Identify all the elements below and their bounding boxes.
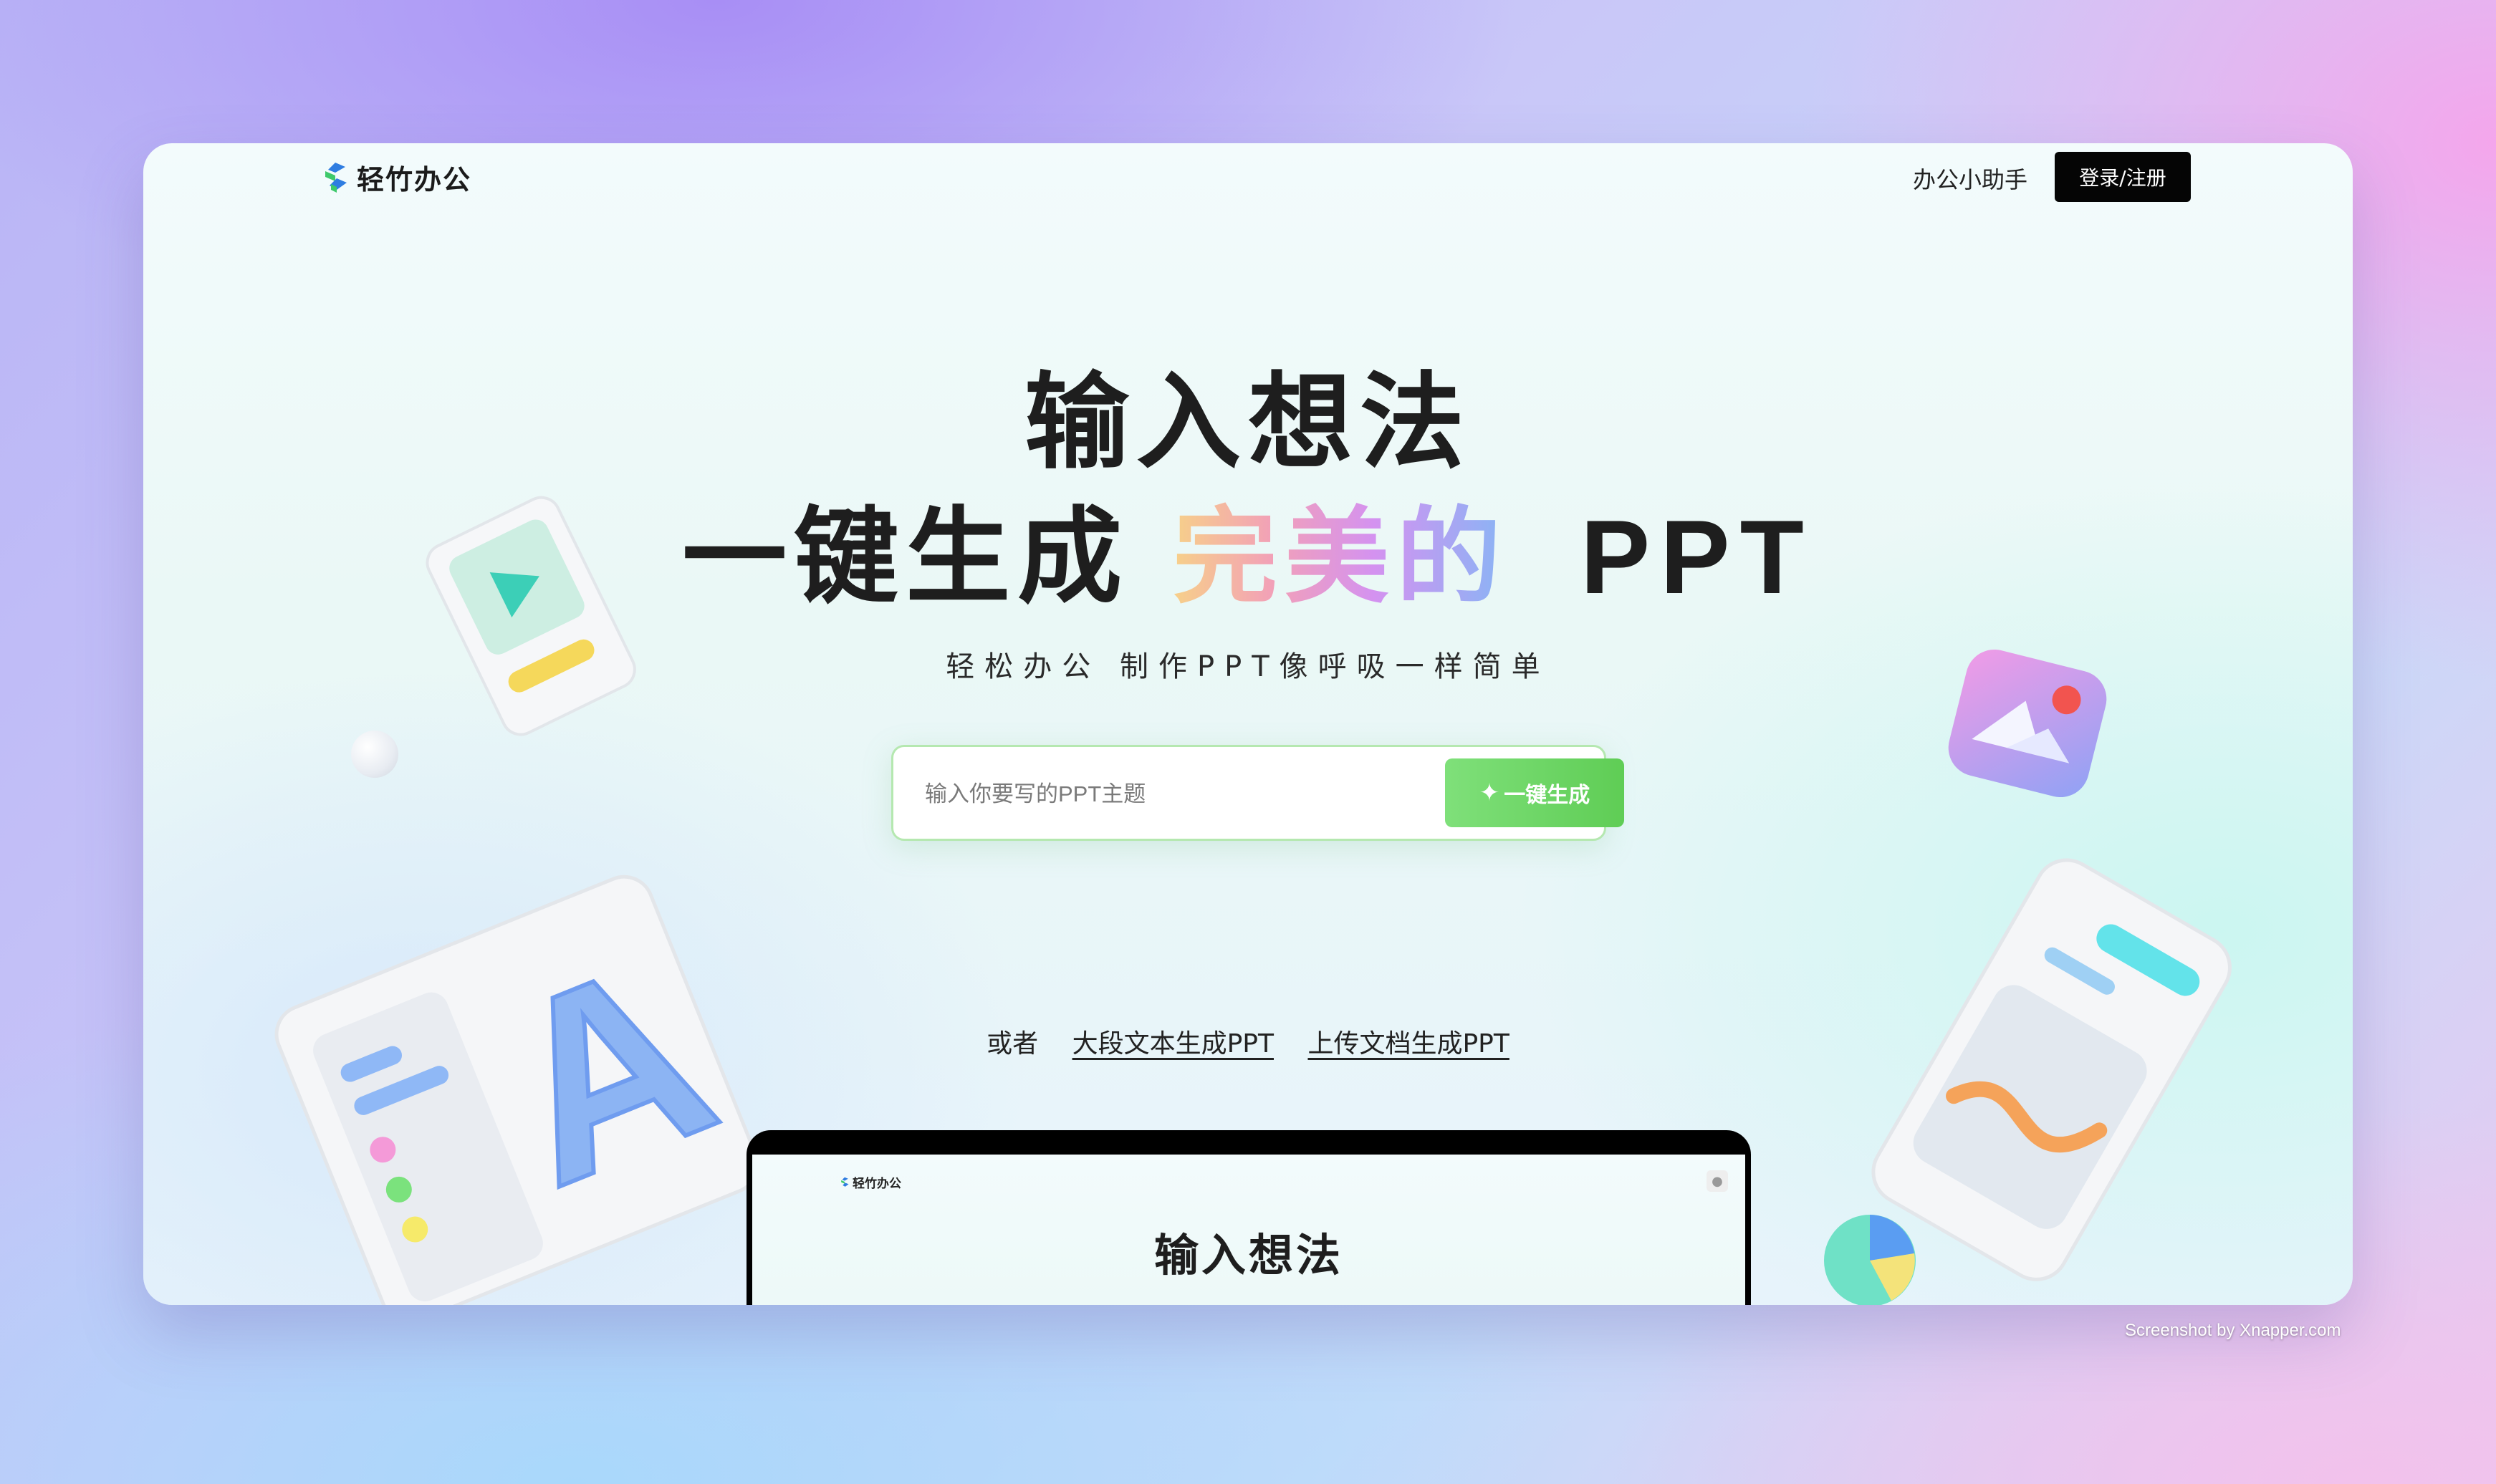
app-preview-frame: 轻竹办公 ● 输入想法 xyxy=(747,1130,1751,1305)
app-window: 轻竹办公 办公小助手 登录/注册 A 输入想法 一键生成 完美的 PPT 轻松办… xyxy=(143,143,2353,1305)
preview-brand-logo: 轻竹办公 xyxy=(840,1173,901,1191)
office-assistant-link[interactable]: 办公小助手 xyxy=(1913,162,2027,195)
app-preview-screen: 轻竹办公 ● 输入想法 xyxy=(752,1155,1745,1305)
preview-hero-title: 输入想法 xyxy=(1153,1229,1343,1281)
topic-search-box: ✦ 一键生成 xyxy=(891,745,1624,841)
typography-card-illustration: A xyxy=(274,874,759,1305)
hero-title-highlight: 完美的 xyxy=(1173,496,1509,618)
login-register-button[interactable]: 登录/注册 xyxy=(2055,152,2191,202)
sphere-decoration xyxy=(351,731,398,778)
user-avatar-icon: ● xyxy=(1707,1170,1728,1192)
hero-title-line2: 一键生成 完美的 PPT xyxy=(143,473,2353,624)
screenshot-watermark: Screenshot by Xnapper.com xyxy=(2125,1321,2341,1340)
top-nav: 轻竹办公 办公小助手 登录/注册 xyxy=(143,143,2353,211)
upload-document-generate-link[interactable]: 上传文档生成PPT xyxy=(1307,1029,1509,1059)
hero-subtitle: 轻松办公 制作PPT像呼吸一样简单 xyxy=(946,650,1550,683)
brand-logo[interactable]: 轻竹办公 xyxy=(321,158,471,197)
hero-title-suffix: PPT xyxy=(1580,498,1814,615)
brand-name: 轻竹办公 xyxy=(357,164,472,196)
bamboo-logo-icon xyxy=(841,1177,849,1187)
generate-button-label: 一键生成 xyxy=(1504,783,1590,808)
hero-title-prefix: 一键生成 xyxy=(682,496,1130,618)
bamboo-logo-icon xyxy=(325,162,347,193)
or-label: 或者 xyxy=(987,1029,1039,1059)
ppt-topic-input[interactable] xyxy=(925,771,1383,817)
alternative-options: 或者 大段文本生成PPT 上传文档生成PPT xyxy=(143,1023,2353,1060)
one-click-generate-button[interactable]: ✦ 一键生成 xyxy=(1445,758,1624,827)
hero-title-line1: 输入想法 xyxy=(1024,362,1472,483)
preview-brand-name: 轻竹办公 xyxy=(853,1177,901,1191)
design-card-illustration xyxy=(1824,858,2232,1305)
long-text-generate-link[interactable]: 大段文本生成PPT xyxy=(1072,1029,1274,1059)
sparkle-icon: ✦ xyxy=(1479,779,1500,807)
